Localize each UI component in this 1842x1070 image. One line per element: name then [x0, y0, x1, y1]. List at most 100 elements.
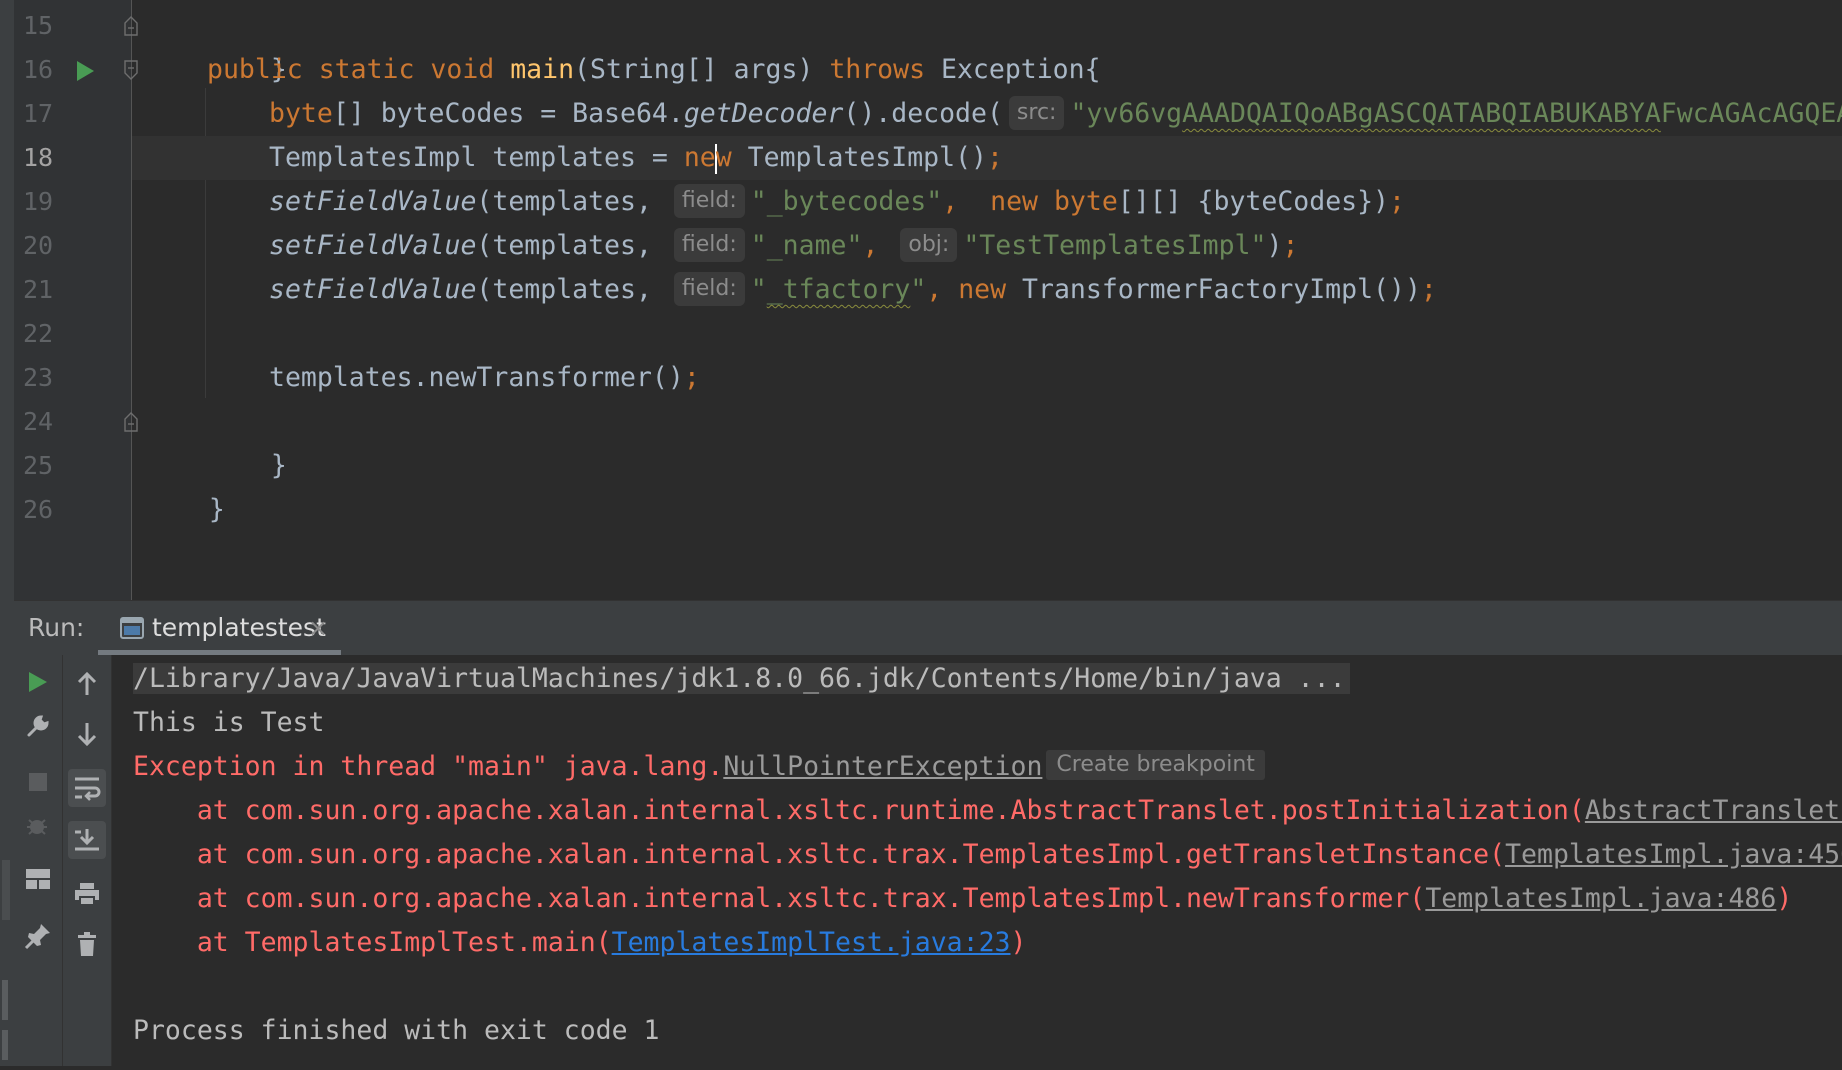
line-number: 19 [22, 187, 54, 216]
stack-frame-text: at com.sun.org.apache.xalan.internal.xsl… [133, 839, 1506, 870]
process-exit-line: Process finished with exit code 1 [133, 1015, 660, 1046]
print-icon[interactable] [68, 875, 106, 913]
string-literal: FwcAGAcAGQEACX [1660, 98, 1842, 129]
static-call: getDecoder [683, 98, 844, 129]
stack-frame: at com.sun.org.apache.xalan.internal.xsl… [133, 877, 1792, 921]
fold-start-icon[interactable] [124, 60, 138, 80]
rerun-icon[interactable] [19, 663, 57, 701]
parameter-hint: field: [673, 271, 745, 306]
stack-frame: at com.sun.org.apache.xalan.internal.xsl… [133, 833, 1842, 877]
console-command-line[interactable]: /Library/Java/JavaVirtualMachines/jdk1.8… [133, 657, 1350, 701]
code-text: TemplatesImpl templates = [269, 142, 684, 173]
code-line-20[interactable]: setFieldValue(templates, field: "_name", … [269, 224, 1298, 268]
semicolon: ; [987, 142, 1003, 173]
stack-frame: at TemplatesImplTest.main(TemplatesImplT… [133, 921, 1027, 965]
line-number: 15 [22, 11, 54, 40]
line-number: 26 [22, 495, 54, 524]
stack-frame-close: ) [1010, 927, 1027, 958]
tab-label: templatestest [152, 613, 326, 642]
keyword: byte [1053, 186, 1118, 217]
string-literal: " [750, 274, 767, 305]
string-literal: "TestTemplatesImpl" [963, 230, 1267, 261]
line-number: 24 [22, 407, 54, 436]
line-number: 22 [22, 319, 54, 348]
stack-frame-text: at TemplatesImplTest.main( [133, 927, 612, 958]
code-line-24[interactable]: } [207, 400, 287, 481]
stack-frame-link-user[interactable]: TemplatesImplTest.java:23 [612, 927, 1011, 958]
code-text: Exception{ [925, 54, 1101, 85]
stack-frame-link[interactable]: AbstractTranslet. [1585, 795, 1842, 826]
stack-frame-close: ) [1776, 883, 1793, 914]
code-text: templates.newTransformer() [269, 362, 684, 393]
create-breakpoint-button[interactable]: Create breakpoint [1046, 749, 1265, 780]
keyword: void [430, 54, 495, 85]
structure-tool-button[interactable] [0, 860, 14, 1066]
code-line-21[interactable]: setFieldValue(templates, field: "_tfactor… [269, 268, 1437, 312]
parameter-hint: obj: [900, 227, 958, 262]
arrow-down-icon[interactable] [68, 715, 106, 753]
code-text: (templates, [476, 230, 668, 261]
stack-frame-text: at com.sun.org.apache.xalan.internal.xsl… [133, 795, 1585, 826]
line-number: 17 [22, 99, 54, 128]
code-line-18-current[interactable]: TemplatesImpl templates = new TemplatesI… [132, 136, 1842, 180]
fold-end-icon[interactable] [124, 412, 138, 432]
pin-icon[interactable] [19, 917, 57, 955]
run-tool-window-header: Run: templatestest × [14, 600, 1842, 656]
code-line-17[interactable]: byte[] byteCodes = Base64.getDecoder().d… [269, 92, 1842, 136]
keyword: new [958, 274, 1007, 305]
comma: , [862, 230, 895, 261]
code-text: TemplatesImpl() [731, 142, 987, 173]
code-line-23[interactable]: templates.newTransformer(); [269, 356, 700, 400]
code-line-19[interactable]: setFieldValue(templates, field: "_bytecod… [269, 180, 1405, 224]
stack-frame-link[interactable]: TemplatesImpl.java:486 [1425, 883, 1776, 914]
line-number: 25 [22, 451, 54, 480]
run-label: Run: [28, 613, 85, 642]
stack-frame-link[interactable]: TemplatesImpl.java:456 [1505, 839, 1842, 870]
console-icon [120, 617, 144, 643]
keyword: new [990, 186, 1038, 217]
keyword: ne [683, 142, 716, 173]
method-name: main [510, 54, 575, 85]
keyword: public [207, 54, 303, 85]
line-number: 20 [22, 231, 54, 260]
close-icon[interactable]: × [308, 601, 328, 655]
comma: , [942, 186, 975, 217]
string-literal: " [910, 274, 927, 305]
console-output[interactable]: /Library/Java/JavaVirtualMachines/jdk1.8… [112, 655, 1842, 1066]
layout-icon[interactable] [19, 860, 57, 898]
trash-icon[interactable] [68, 925, 106, 963]
soft-wrap-icon[interactable] [68, 769, 106, 807]
code-text: ().decode( [843, 98, 1003, 129]
static-call: setFieldValue [269, 186, 477, 217]
code-line-15[interactable]: } [207, 4, 287, 85]
brace: } [270, 450, 287, 481]
java-command[interactable]: /Library/Java/JavaVirtualMachines/jdk1.8… [133, 663, 1350, 694]
code-line-25[interactable]: } [145, 444, 225, 525]
indent-guide [205, 88, 206, 398]
line-number-active: 18 [22, 143, 54, 172]
code-line-16[interactable]: public static void main(String[] args) t… [207, 48, 1101, 92]
keyword: throws [829, 54, 926, 85]
exception-text: Exception in thread "main" java.lang. [133, 751, 724, 782]
fold-end-icon[interactable] [124, 16, 138, 36]
comma: , [926, 274, 959, 305]
run-toolbar-primary [14, 655, 63, 1066]
parameter-hint: src: [1008, 95, 1065, 130]
code-text: [] byteCodes = Base64. [332, 98, 684, 129]
arrow-up-icon[interactable] [68, 665, 106, 703]
tab-templatestest[interactable]: templatestest × [98, 601, 341, 655]
scroll-to-end-icon[interactable] [68, 821, 106, 859]
string-literal: "yv66vg [1070, 98, 1183, 129]
semicolon: ; [1282, 230, 1299, 261]
debug-bug-icon[interactable] [19, 807, 57, 845]
string-literal-warning: _tfactory [766, 274, 911, 305]
string-literal: "_name" [750, 230, 863, 261]
run-toolbar-secondary [63, 655, 112, 1066]
wrench-icon[interactable] [19, 707, 57, 745]
code-text: TransformerFactoryImpl()) [1006, 274, 1421, 305]
exception-class-link[interactable]: NullPointerException [723, 751, 1042, 782]
semicolon: ; [683, 362, 700, 393]
code-editor[interactable]: 15 16 17 18 19 20 21 22 23 24 25 26 } pu… [0, 0, 1842, 600]
stop-icon[interactable] [19, 763, 57, 801]
run-main-gutter-icon[interactable] [75, 60, 95, 86]
